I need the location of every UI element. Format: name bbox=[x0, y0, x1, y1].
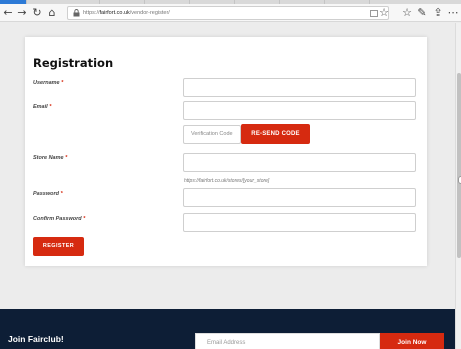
page-scrollbar[interactable] bbox=[455, 23, 461, 349]
back-icon[interactable]: ← bbox=[1, 5, 15, 20]
page-content: Registration Username * Email * Verifica… bbox=[0, 23, 455, 349]
home-icon[interactable]: ⌂ bbox=[45, 5, 59, 20]
address-bar[interactable]: https://fairfort.co.uk/vendor-register/ bbox=[67, 6, 389, 20]
url-text: https://fairfort.co.uk/vendor-register/ bbox=[83, 8, 170, 19]
page-title: Registration bbox=[33, 56, 114, 70]
password-input[interactable] bbox=[183, 188, 416, 207]
url-host: fairfort.co.uk bbox=[99, 10, 130, 16]
browser-toolbar: ← → ↻ ⌂ https://fairfort.co.uk/vendor-re… bbox=[0, 4, 461, 22]
forward-icon[interactable]: → bbox=[15, 5, 29, 20]
register-button[interactable]: REGISTER bbox=[33, 237, 84, 256]
required-mark: * bbox=[83, 216, 86, 222]
resend-code-button[interactable]: RE-SEND CODE bbox=[241, 124, 310, 144]
store-url-hint: https://fairfort.co.uk/stores/[your_stor… bbox=[184, 178, 270, 184]
scrollbar-thumb[interactable] bbox=[457, 73, 461, 258]
required-mark: * bbox=[49, 104, 52, 110]
store-name-input[interactable] bbox=[183, 153, 416, 172]
store-name-label: Store Name * bbox=[33, 155, 67, 161]
confirm-password-label: Confirm Password * bbox=[33, 216, 85, 222]
url-prefix: https:// bbox=[83, 10, 100, 16]
email-label-text: Email bbox=[33, 104, 48, 110]
registration-card: Registration Username * Email * Verifica… bbox=[25, 37, 427, 266]
username-label-text: Username bbox=[33, 80, 60, 86]
confirm-password-input[interactable] bbox=[183, 213, 416, 232]
required-mark: * bbox=[61, 80, 64, 86]
refresh-icon[interactable]: ↻ bbox=[30, 5, 44, 20]
confirm-password-label-text: Confirm Password bbox=[33, 216, 82, 222]
share-icon[interactable]: ⇪ bbox=[431, 5, 445, 20]
join-now-button[interactable]: Join Now bbox=[380, 333, 444, 349]
newsletter-footer: Join Fairclub! Email Address Join Now bbox=[0, 309, 455, 349]
password-label-text: Password bbox=[33, 191, 59, 197]
newsletter-email-input[interactable]: Email Address bbox=[195, 333, 380, 349]
email-label: Email * bbox=[33, 104, 51, 110]
favorites-bar-icon[interactable]: ☆ bbox=[400, 5, 414, 20]
lock-icon bbox=[73, 9, 80, 17]
favorite-star-icon[interactable]: ☆ bbox=[377, 5, 391, 20]
more-icon[interactable]: ⋯ bbox=[446, 5, 460, 20]
email-input[interactable] bbox=[183, 101, 416, 120]
required-mark: * bbox=[65, 155, 68, 161]
password-label: Password * bbox=[33, 191, 63, 197]
join-title: Join Fairclub! bbox=[8, 334, 64, 344]
required-mark: * bbox=[60, 191, 63, 197]
pen-icon[interactable]: ✎ bbox=[415, 5, 429, 20]
username-input[interactable] bbox=[183, 78, 416, 97]
username-label: Username * bbox=[33, 80, 63, 86]
verification-code-input[interactable]: Verification Code bbox=[183, 125, 241, 144]
store-name-label-text: Store Name bbox=[33, 155, 64, 161]
url-path: /vendor-register/ bbox=[129, 10, 170, 16]
